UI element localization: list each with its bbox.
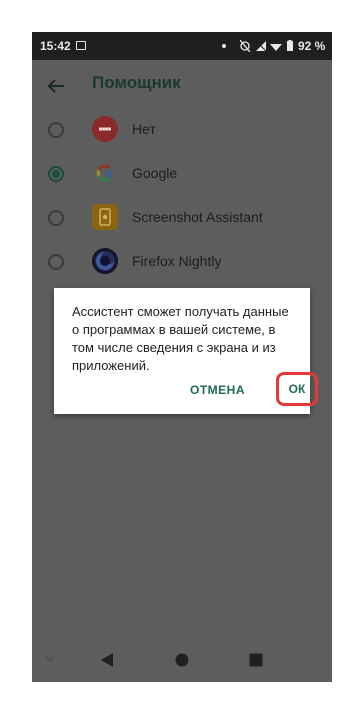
phone-screen: 15:42 92 % Помощник Нет Google Screensho… bbox=[32, 32, 332, 682]
option-google[interactable]: Google bbox=[32, 152, 332, 196]
alarm-off-icon bbox=[240, 40, 251, 52]
option-firefox-nightly[interactable]: Firefox Nightly bbox=[32, 240, 332, 284]
radio-button-checked[interactable] bbox=[48, 166, 64, 182]
wifi-icon bbox=[270, 44, 282, 51]
chevron-down-icon[interactable] bbox=[44, 654, 56, 664]
signal-icon bbox=[255, 40, 267, 52]
option-none[interactable]: Нет bbox=[32, 108, 332, 152]
navigation-bar bbox=[32, 638, 332, 682]
consent-dialog: Ассистент сможет получать данные о прогр… bbox=[54, 288, 318, 414]
back-triangle-icon[interactable] bbox=[100, 652, 114, 668]
option-label: Firefox Nightly bbox=[132, 253, 222, 269]
dialog-message: Ассистент сможет получать данные о прогр… bbox=[72, 304, 289, 373]
option-label: Screenshot Assistant bbox=[132, 209, 263, 225]
ok-button[interactable]: ОК bbox=[276, 372, 318, 406]
radio-button[interactable] bbox=[48, 122, 64, 138]
cancel-button[interactable]: ОТМЕНА bbox=[190, 383, 245, 397]
radio-button[interactable] bbox=[48, 210, 64, 226]
screenshot-assistant-icon bbox=[92, 204, 118, 230]
option-label: Google bbox=[132, 165, 178, 181]
image-notification-icon bbox=[76, 41, 86, 50]
option-screenshot-assistant[interactable]: Screenshot Assistant bbox=[32, 196, 332, 240]
status-icons bbox=[240, 40, 293, 52]
app-bar: Помощник bbox=[32, 60, 332, 112]
back-arrow-icon[interactable] bbox=[46, 76, 66, 96]
battery-percent: 92 % bbox=[298, 39, 326, 53]
page-title: Помощник bbox=[92, 73, 181, 92]
battery-icon bbox=[287, 40, 293, 51]
status-time: 15:42 bbox=[40, 39, 71, 53]
firefox-nightly-icon bbox=[92, 248, 118, 274]
radio-button[interactable] bbox=[48, 254, 64, 270]
no-entry-icon bbox=[92, 116, 118, 142]
home-circle-icon[interactable] bbox=[175, 653, 189, 667]
option-label: Нет bbox=[132, 121, 156, 137]
recents-square-icon[interactable] bbox=[249, 653, 263, 667]
google-icon bbox=[92, 160, 118, 186]
status-bar: 15:42 92 % bbox=[32, 32, 332, 60]
notification-dot-icon bbox=[222, 44, 226, 48]
